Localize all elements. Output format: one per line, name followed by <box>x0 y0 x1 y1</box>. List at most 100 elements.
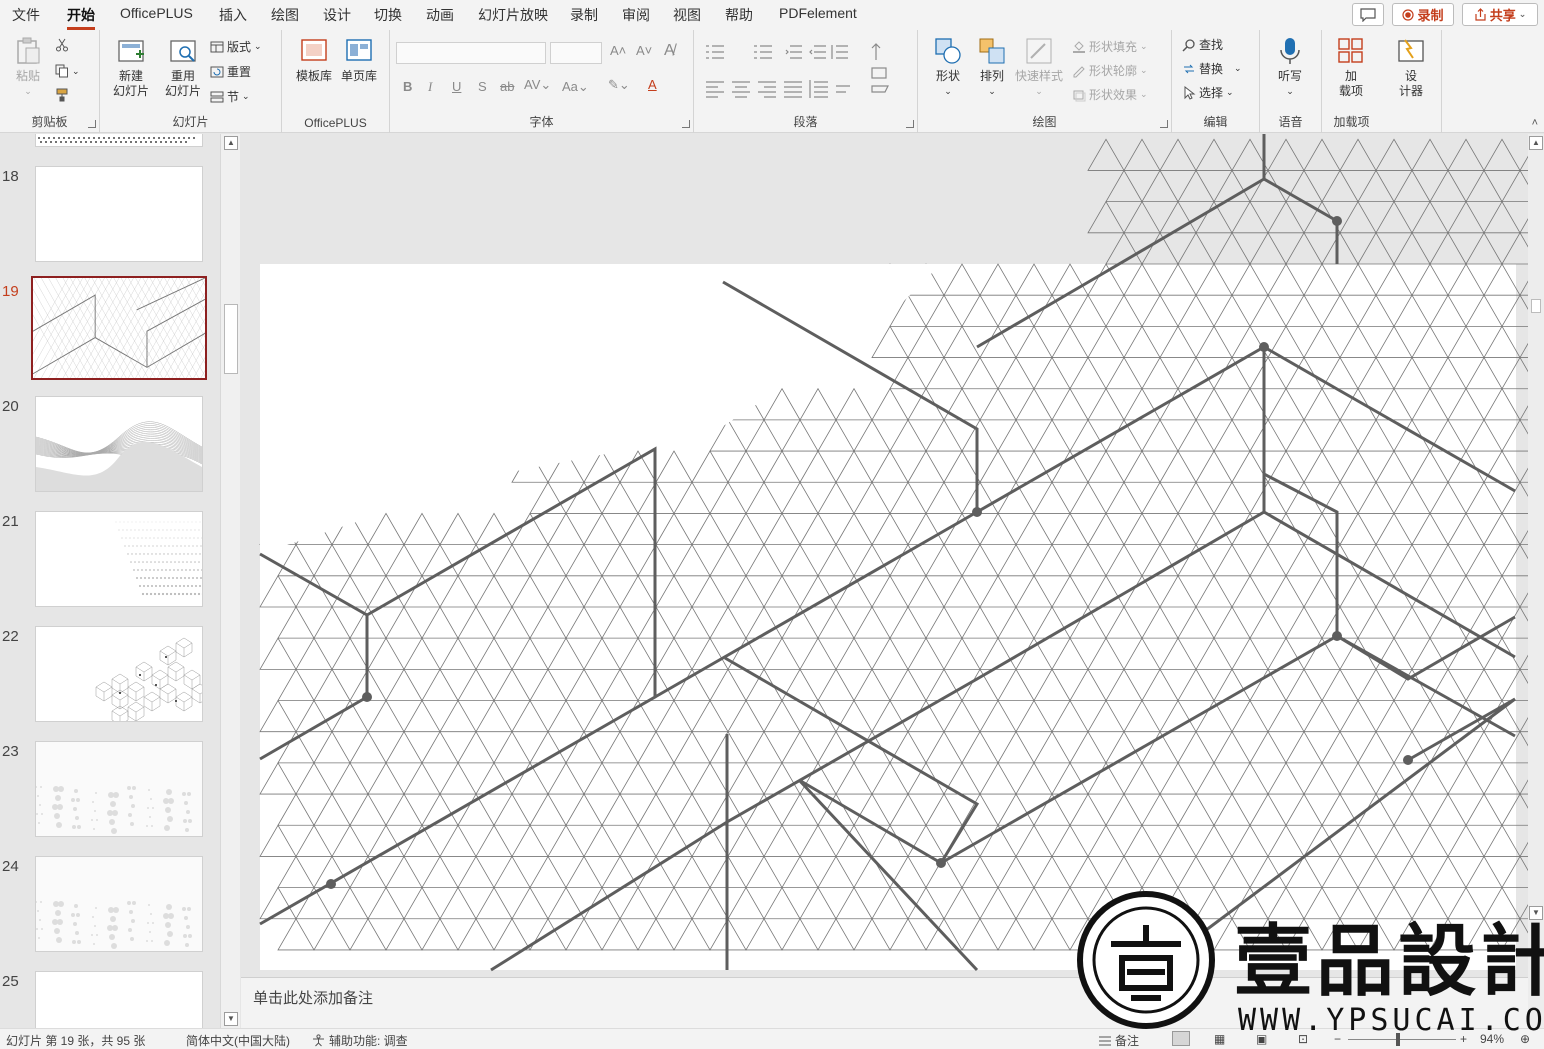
tab-draw[interactable]: 绘图 <box>271 5 299 25</box>
slide-thumbnail-panel[interactable]: 18 19 20 21 22 23 24 25 <box>0 134 240 1028</box>
dictate-button[interactable]: 听写 ⌄ <box>1268 36 1312 99</box>
underline-icon[interactable]: U <box>452 79 461 94</box>
tab-pdfelement[interactable]: PDFelement <box>779 5 857 21</box>
slide-thumbnail-19[interactable] <box>33 278 205 378</box>
replace-button[interactable]: 替换 ⌄ <box>1182 60 1242 77</box>
addins-group: 加 载项 设 计器 加载项 <box>1322 30 1442 133</box>
current-slide-canvas[interactable] <box>260 264 1516 970</box>
font-size-select[interactable] <box>550 42 602 64</box>
language-indicator[interactable]: 简体中文(中国大陆) <box>186 1032 290 1049</box>
thumbnail-art <box>33 278 205 378</box>
tab-home[interactable]: 开始 <box>67 5 95 30</box>
thumbnail-number: 18 <box>2 168 19 185</box>
slide-thumbnail-23[interactable] <box>36 742 202 836</box>
slide-thumbnail-17[interactable] <box>36 134 202 146</box>
thumbnail-number: 22 <box>2 628 19 645</box>
paragraph-launcher-icon[interactable] <box>906 120 914 128</box>
copy-button[interactable]: ⌄ <box>55 64 80 78</box>
editor-scroll-up-icon[interactable]: ▲ <box>1529 136 1543 150</box>
grow-font-icon[interactable]: A˄ <box>610 43 626 58</box>
arrange-button[interactable]: 排列 ⌄ <box>970 36 1014 99</box>
shape-effects-button[interactable]: 形状效果 ⌄ <box>1072 86 1148 103</box>
template-icon <box>301 39 327 61</box>
section-button[interactable]: 节 ⌄ <box>210 88 250 105</box>
font-family-select[interactable] <box>396 42 546 64</box>
microphone-icon <box>1280 38 1300 64</box>
tab-design[interactable]: 设计 <box>323 5 351 25</box>
accessibility-indicator[interactable]: 辅助功能: 调查 <box>312 1032 408 1049</box>
clipboard-group-label: 剪贴板 <box>31 115 68 129</box>
highlight-icon[interactable]: ✎⌄ <box>608 77 630 93</box>
font-group-label: 字体 <box>529 115 554 129</box>
slide-counter: 幻灯片 第 19 张，共 95 张 <box>6 1034 146 1048</box>
accessibility-icon <box>313 1034 324 1047</box>
shape-outline-button[interactable]: 形状轮廓 ⌄ <box>1072 62 1148 79</box>
quick-styles-button[interactable]: 快速样式 ⌄ <box>1014 36 1064 99</box>
collapse-ribbon-icon[interactable]: ˄ <box>1532 117 1538 129</box>
layout-button[interactable]: 版式 ⌄ <box>210 38 262 55</box>
slide-thumbnail-21[interactable] <box>36 512 202 606</box>
scroll-up-icon[interactable]: ▲ <box>224 136 238 150</box>
section-icon <box>210 91 224 102</box>
shapes-button[interactable]: 形状 ⌄ <box>926 36 970 99</box>
tab-animations[interactable]: 动画 <box>426 5 454 25</box>
character-spacing-icon[interactable]: AV⌄ <box>524 77 551 93</box>
thumbnail-scrollbar[interactable]: ▲ ▼ <box>220 134 240 1028</box>
tab-transitions[interactable]: 切换 <box>374 5 402 25</box>
font-launcher-icon[interactable] <box>682 120 690 128</box>
shape-fill-button[interactable]: 形状填充 ⌄ <box>1072 38 1148 55</box>
reset-button[interactable]: 重置 <box>210 63 251 80</box>
scroll-down-icon[interactable]: ▼ <box>224 1012 238 1026</box>
slide-thumbnail-18[interactable] <box>36 167 202 261</box>
slide-thumbnail-24[interactable] <box>36 857 202 951</box>
find-button[interactable]: 查找 <box>1182 36 1223 53</box>
thumbnail-art <box>36 972 202 1028</box>
paragraph-tools-icon[interactable] <box>704 42 904 108</box>
tab-help[interactable]: 帮助 <box>725 5 753 25</box>
shrink-font-icon[interactable]: A˅ <box>636 43 652 58</box>
slide-thumbnail-25[interactable] <box>36 972 202 1028</box>
italic-icon[interactable]: I <box>428 79 432 95</box>
tab-file[interactable]: 文件 <box>12 5 40 25</box>
drawing-launcher-icon[interactable] <box>1160 120 1168 128</box>
single-page-button[interactable]: 单页库 <box>337 36 381 84</box>
share-button[interactable]: 共享 ⌄ <box>1462 3 1538 26</box>
tab-review[interactable]: 审阅 <box>622 5 650 25</box>
paste-button[interactable]: 粘贴 ⌄ <box>10 36 46 99</box>
clipboard-launcher-icon[interactable] <box>88 120 96 128</box>
bold-icon[interactable]: B <box>403 79 412 94</box>
tab-insert[interactable]: 插入 <box>219 5 247 25</box>
thumbnail-number: 21 <box>2 513 19 530</box>
strikethrough-icon[interactable]: ab <box>500 79 514 94</box>
comments-button[interactable] <box>1352 3 1384 26</box>
record-button[interactable]: 录制 <box>1392 3 1454 26</box>
tab-record[interactable]: 录制 <box>570 5 598 25</box>
addins-group-label: 加载项 <box>1333 115 1370 129</box>
select-label: 选择 <box>1199 86 1224 100</box>
tab-officeplus[interactable]: OfficePLUS <box>120 5 193 21</box>
slide-thumbnail-20[interactable] <box>36 397 202 491</box>
addins-button[interactable]: 加 载项 <box>1326 36 1376 99</box>
slide-thumbnail-22[interactable] <box>36 627 202 721</box>
editor-scrollbar-thumb[interactable] <box>1531 299 1541 313</box>
reuse-slide-label: 重用 幻灯片 <box>164 69 201 98</box>
tab-view[interactable]: 视图 <box>673 5 701 25</box>
cut-button[interactable] <box>55 38 69 52</box>
single-page-icon <box>346 39 372 61</box>
select-button[interactable]: 选择 ⌄ <box>1182 84 1234 101</box>
clear-format-icon[interactable]: A̸ <box>664 42 675 60</box>
new-slide-button[interactable]: 新建 幻灯片 <box>108 36 154 99</box>
designer-button[interactable]: 设 计器 <box>1386 36 1436 99</box>
shadow-icon[interactable]: S <box>478 79 487 94</box>
font-color-icon[interactable]: A <box>648 77 657 92</box>
scrollbar-thumb[interactable] <box>224 304 238 374</box>
zoom-slider[interactable] <box>1348 1039 1456 1040</box>
addins-label: 加 载项 <box>1338 69 1363 98</box>
change-case-icon[interactable]: Aa⌄ <box>562 79 589 95</box>
tab-slideshow[interactable]: 幻灯片放映 <box>478 5 548 25</box>
format-painter-button[interactable] <box>55 88 69 102</box>
officeplus-group-label: OfficePLUS <box>304 116 367 130</box>
template-library-button[interactable]: 模板库 <box>292 36 336 84</box>
notes-placeholder[interactable]: 单击此处添加备注 <box>253 987 373 1008</box>
reuse-slide-button[interactable]: 重用 幻灯片 <box>160 36 206 99</box>
